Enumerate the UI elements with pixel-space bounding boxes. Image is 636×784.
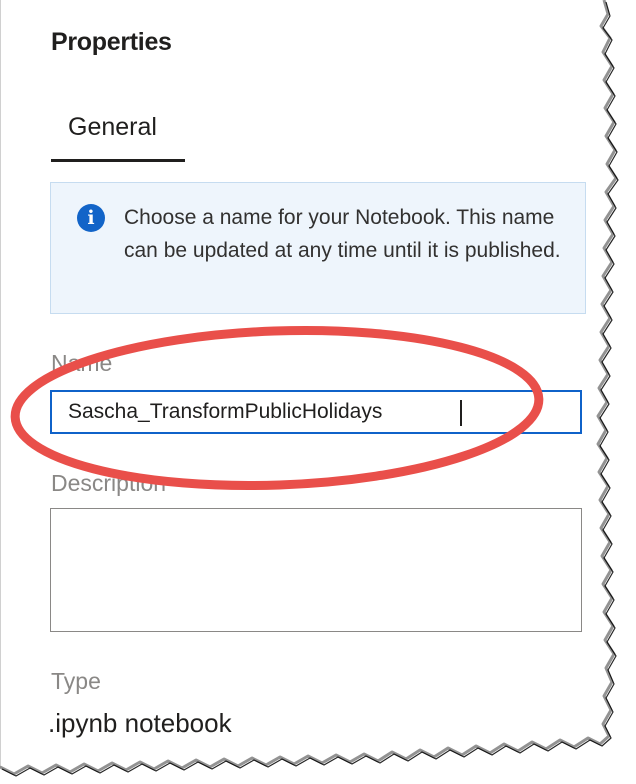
description-field[interactable]: [50, 508, 582, 632]
info-message-text: Choose a name for your Notebook. This na…: [124, 206, 561, 262]
description-label: Description: [51, 470, 167, 496]
name-label: Name: [51, 350, 113, 376]
type-label: Type: [51, 668, 101, 694]
text-caret: [460, 400, 462, 426]
name-input[interactable]: [52, 392, 580, 432]
properties-panel: Properties General i Choose a name for y…: [0, 0, 636, 784]
info-message-bar: i Choose a name for your Notebook. This …: [50, 182, 586, 314]
name-field[interactable]: [50, 390, 582, 434]
panel-divider: [0, 0, 1, 770]
tab-general-label: General: [68, 113, 157, 141]
type-value: .ipynb notebook: [48, 708, 232, 738]
tab-general[interactable]: General: [51, 104, 185, 162]
info-icon: i: [77, 204, 105, 232]
panel-title: Properties: [51, 28, 172, 56]
